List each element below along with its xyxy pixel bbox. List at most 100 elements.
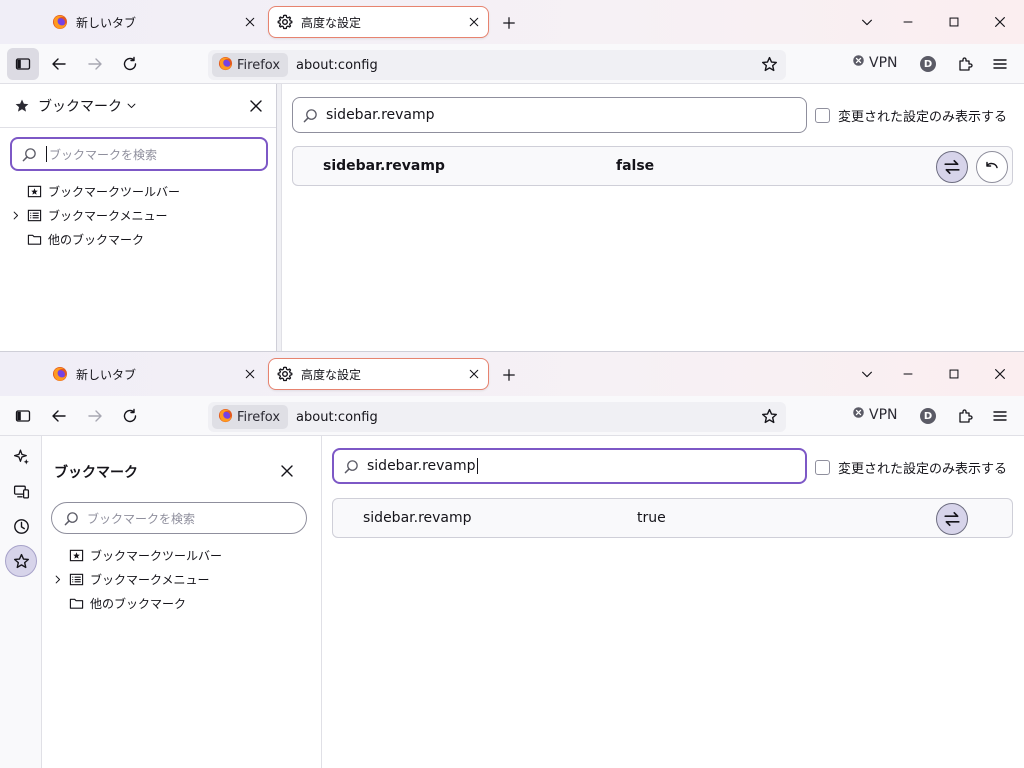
modified-only-checkbox[interactable]: 変更された設定のみ表示する: [815, 106, 1007, 125]
search-placeholder: ブックマークを検索: [49, 147, 158, 162]
tree-item[interactable]: ブックマークメニュー: [51, 567, 222, 591]
content-area: ブックマーク ブックマークを検索 ブックマークツールバー ブックマークメニュー …: [0, 84, 1024, 351]
config-search-value: sidebar.revamp: [367, 458, 476, 474]
toggle-pref-button[interactable]: [936, 503, 968, 535]
sidebar-close-icon[interactable]: [248, 98, 264, 114]
chevron-right-icon[interactable]: [9, 210, 21, 221]
bookmark-star-icon[interactable]: [761, 408, 778, 429]
forward-arrow-icon[interactable]: [79, 48, 111, 80]
bookmark-search-input[interactable]: ブックマークを検索: [10, 137, 268, 171]
folder-icon: [27, 232, 42, 247]
pref-name: sidebar.revamp: [323, 158, 445, 174]
forward-arrow-icon[interactable]: [79, 400, 111, 432]
account-avatar[interactable]: D: [912, 400, 944, 432]
maximize-icon[interactable]: [939, 360, 969, 388]
back-arrow-icon[interactable]: [43, 400, 75, 432]
tree-item-label: ブックマークツールバー: [48, 184, 181, 199]
ai-chatbot-icon[interactable]: [5, 440, 37, 472]
reload-icon[interactable]: [114, 48, 146, 80]
sidebar-toggle-icon[interactable]: [7, 48, 39, 80]
pref-row[interactable]: sidebar.revamp true: [332, 498, 1013, 538]
account-avatar[interactable]: D: [912, 48, 944, 80]
sidebar-title: ブックマーク: [54, 465, 138, 481]
config-search-value: sidebar.revamp: [326, 107, 435, 123]
modified-only-checkbox[interactable]: 変更された設定のみ表示する: [815, 458, 1007, 477]
identity-box[interactable]: Firefox: [212, 405, 289, 429]
sidebar-header: ブックマーク: [0, 84, 276, 128]
window-close-icon[interactable]: [985, 360, 1015, 388]
maximize-icon[interactable]: [939, 8, 969, 36]
browser-window-revamped-sidebar: 新しいタブ 高度な設定 Firefox about:config VPN D ブ…: [0, 352, 1024, 768]
tab-close-icon[interactable]: [464, 12, 484, 32]
bookmark-star-icon[interactable]: [761, 56, 778, 77]
tab-advanced-settings[interactable]: 高度な設定: [268, 6, 489, 38]
url-bar[interactable]: Firefox about:config: [208, 50, 786, 80]
synced-tabs-icon[interactable]: [5, 475, 37, 507]
vpn-button[interactable]: VPN: [852, 54, 898, 71]
tab-new-tab[interactable]: 新しいタブ: [44, 358, 264, 390]
bookmark-menu-icon: [27, 208, 42, 223]
window-close-icon[interactable]: [985, 8, 1015, 36]
sidebar-splitter[interactable]: [277, 84, 282, 351]
sidebar-toggle-icon[interactable]: [7, 400, 39, 432]
minimize-icon[interactable]: [893, 360, 923, 388]
tab-close-icon[interactable]: [240, 364, 260, 384]
toggle-pref-button[interactable]: [936, 151, 968, 183]
bookmark-tree: ブックマークツールバー ブックマークメニュー 他のブックマーク: [51, 543, 222, 615]
identity-label: Firefox: [237, 409, 281, 425]
new-tab-plus-icon[interactable]: [498, 364, 520, 386]
tree-item[interactable]: ブックマークツールバー: [9, 179, 180, 203]
chevron-right-icon[interactable]: [51, 574, 63, 585]
checkbox-label: 変更された設定のみ表示する: [838, 462, 1008, 477]
bookmark-search-input[interactable]: ブックマークを検索: [51, 502, 307, 534]
bookmark-menu-icon: [69, 572, 84, 587]
url-text[interactable]: about:config: [296, 410, 378, 425]
nav-bar: Firefox about:config VPN D: [0, 44, 1024, 84]
reload-icon[interactable]: [114, 400, 146, 432]
config-search-input[interactable]: sidebar.revamp: [332, 448, 807, 484]
tree-item[interactable]: 他のブックマーク: [9, 227, 180, 251]
tree-item-label: ブックマークメニュー: [48, 208, 168, 223]
config-search-input[interactable]: sidebar.revamp: [292, 97, 807, 133]
search-placeholder: ブックマークを検索: [87, 511, 196, 526]
back-arrow-icon[interactable]: [43, 48, 75, 80]
tab-advanced-settings[interactable]: 高度な設定: [268, 358, 489, 390]
history-icon[interactable]: [5, 510, 37, 542]
hamburger-menu-icon[interactable]: [984, 48, 1016, 80]
list-all-tabs-chevron-icon[interactable]: [852, 360, 882, 388]
nav-bar: Firefox about:config VPN D: [0, 396, 1024, 436]
extensions-puzzle-icon[interactable]: [949, 48, 981, 80]
new-tab-plus-icon[interactable]: [498, 12, 520, 34]
text-caret: [476, 458, 478, 474]
reset-pref-button[interactable]: [976, 151, 1008, 183]
list-all-tabs-chevron-icon[interactable]: [852, 8, 882, 36]
bookmarks-star-icon[interactable]: [5, 545, 37, 577]
bookmarks-panel: ブックマーク ブックマークを検索 ブックマークツールバー ブックマークメニュー: [42, 436, 322, 768]
folder-icon: [69, 596, 84, 611]
url-text[interactable]: about:config: [296, 58, 378, 73]
tab-close-icon[interactable]: [464, 364, 484, 384]
url-bar[interactable]: Firefox about:config: [208, 402, 786, 432]
pref-value: false: [616, 158, 655, 174]
tree-item[interactable]: ブックマークツールバー: [51, 543, 222, 567]
identity-box[interactable]: Firefox: [212, 53, 289, 77]
checkbox-box[interactable]: [815, 460, 830, 475]
tree-item[interactable]: 他のブックマーク: [51, 591, 222, 615]
minimize-icon[interactable]: [893, 8, 923, 36]
tree-item[interactable]: ブックマークメニュー: [9, 203, 180, 227]
checkbox-box[interactable]: [815, 108, 830, 123]
bookmark-toolbar-icon: [69, 548, 84, 563]
sidebar-close-icon[interactable]: [274, 458, 300, 484]
pref-name: sidebar.revamp: [363, 510, 472, 526]
gear-icon: [277, 14, 293, 30]
identity-label: Firefox: [237, 57, 281, 73]
vpn-button[interactable]: VPN: [852, 406, 898, 423]
firefox-icon: [218, 408, 233, 427]
pref-row[interactable]: sidebar.revamp false: [292, 146, 1013, 186]
sidebar-switcher[interactable]: ブックマーク: [38, 96, 137, 116]
extensions-puzzle-icon[interactable]: [949, 400, 981, 432]
tab-close-icon[interactable]: [240, 12, 260, 32]
hamburger-menu-icon[interactable]: [984, 400, 1016, 432]
tab-new-tab[interactable]: 新しいタブ: [44, 6, 264, 38]
bookmarks-star-icon: [14, 98, 30, 114]
